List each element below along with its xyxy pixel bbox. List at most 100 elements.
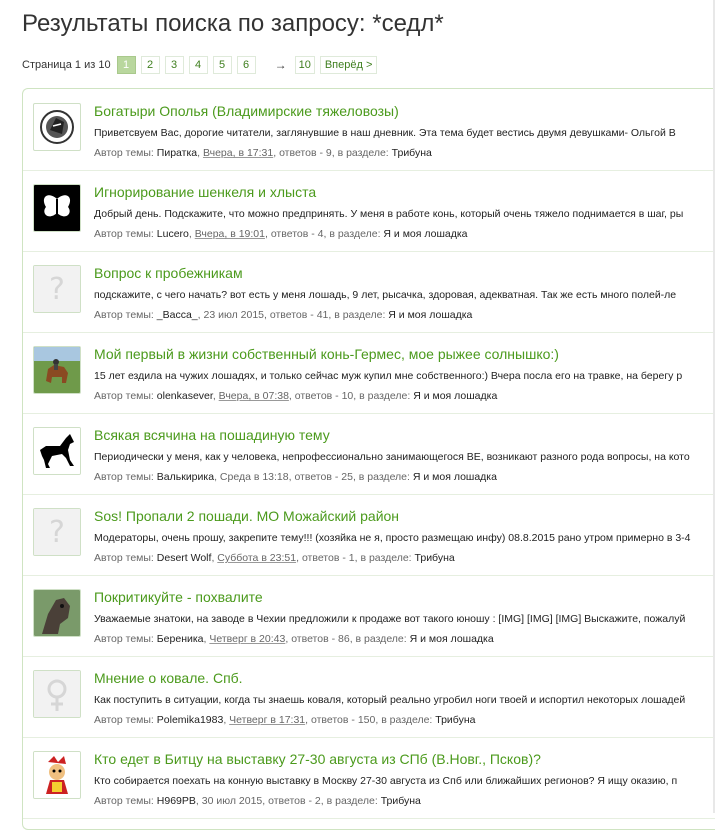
author-link[interactable]: H969PB (157, 795, 196, 807)
page-count-label: Страница 1 из 10 (22, 59, 111, 71)
section-label: в разделе: (358, 471, 410, 483)
author-label: Автор темы: (94, 633, 154, 645)
section-link[interactable]: Трибуна (415, 552, 455, 564)
question-mark-icon[interactable]: ? (33, 265, 81, 313)
topic-meta: Автор темы: Пиратка, Вчера, в 17:31, отв… (94, 147, 432, 159)
page-link-5[interactable]: 5 (212, 56, 232, 74)
replies-label: ответов - (294, 390, 339, 402)
topic-title-link[interactable]: Покритикуйте - похвалите (94, 589, 263, 605)
author-link[interactable]: Валькирика (157, 471, 214, 483)
topic-snippet: Кто собирается поехать на конную выставк… (94, 775, 678, 787)
replies-count: 150 (357, 714, 376, 726)
author-label: Автор темы: (94, 228, 154, 240)
topic-title-link[interactable]: Игнорирование шенкеля и хлыста (94, 184, 316, 200)
replies-label: ответов - (269, 309, 314, 321)
section-link[interactable]: Трибуна (392, 147, 432, 159)
replies-count: 2 (314, 795, 321, 807)
author-label: Автор темы: (94, 390, 154, 402)
list-item: ? Sos! Пропали 2 пошади. МО Можайский ра… (23, 494, 715, 576)
topic-snippet: Модераторы, очень прошу, закрепите тему!… (94, 532, 691, 544)
question-mark-icon[interactable]: ? (33, 508, 81, 556)
horse-logo-icon[interactable] (33, 103, 81, 151)
topic-meta: Автор темы: H969PB, 30 июл 2015, ответов… (94, 795, 421, 807)
section-label: в разделе: (355, 633, 407, 645)
topic-date: Четверг в 17:31 (229, 714, 306, 726)
author-link[interactable]: olenkasever (157, 390, 213, 402)
list-item: Всякая всячина на пошадиную тему Периоди… (23, 413, 715, 495)
topic-title-link[interactable]: Богатыри Ополья (Владимирские тяжеловозы… (94, 103, 399, 119)
section-link[interactable]: Я и моя лошадка (410, 633, 494, 645)
female-symbol-icon[interactable] (33, 670, 81, 718)
list-item: Мой первый в жизни собственный конь-Герм… (23, 332, 715, 414)
section-link[interactable]: Я и моя лошадка (383, 228, 467, 240)
topic-title-link[interactable]: Sos! Пропали 2 пошади. МО Можайский райо… (94, 508, 399, 524)
replies-count: 10 (341, 390, 354, 402)
pagination: Страница 1 из 10 1 2 3 4 5 6 → 10 Вперёд… (22, 56, 382, 74)
author-link[interactable]: Polemika1983 (157, 714, 224, 726)
list-item: ? Вопрос к пробежникам подскажите, с чег… (23, 251, 715, 333)
section-label: в разделе: (326, 795, 378, 807)
topic-date: 30 июл 2015 (201, 795, 263, 807)
replies-count: 1 (348, 552, 355, 564)
horse-silhouette-icon[interactable] (33, 427, 81, 475)
replies-label: ответов - (310, 714, 355, 726)
author-link[interactable]: Береника (157, 633, 204, 645)
topic-title-link[interactable]: Вопрос к пробежникам (94, 265, 243, 281)
author-label: Автор темы: (94, 552, 154, 564)
topic-meta: Автор темы: Desert Wolf, Суббота в 23:51… (94, 552, 455, 564)
list-item: Мнение о ковале. Спб. Как поступить в си… (23, 656, 715, 738)
topic-snippet: подскажите, с чего начать? вот есть у ме… (94, 289, 677, 301)
section-link[interactable]: Трибуна (435, 714, 475, 726)
list-item: Богатыри Ополья (Владимирские тяжеловозы… (23, 89, 715, 171)
topic-title-link[interactable]: Всякая всячина на пошадиную тему (94, 427, 330, 443)
horse-photo-icon[interactable] (33, 346, 81, 394)
author-link[interactable]: Пиратка (157, 147, 197, 159)
section-label: в разделе: (381, 714, 433, 726)
page-link-2[interactable]: 2 (140, 56, 160, 74)
topic-title-link[interactable]: Мой первый в жизни собственный конь-Герм… (94, 346, 559, 362)
page-title: Результаты поиска по запросу: *седл* (22, 10, 444, 37)
horse-head-photo-icon[interactable] (33, 589, 81, 637)
replies-label: ответов - (294, 471, 339, 483)
cartoon-character-icon[interactable] (33, 751, 81, 799)
section-link[interactable]: Я и моя лошадка (413, 390, 497, 402)
page-link-4[interactable]: 4 (188, 56, 208, 74)
author-label: Автор темы: (94, 147, 154, 159)
author-label: Автор темы: (94, 714, 154, 726)
replies-count: 86 (338, 633, 350, 645)
topic-date: Вчера, в 07:38 (218, 390, 289, 402)
topic-snippet: Добрый день. Подскажите, что можно предп… (94, 208, 684, 220)
author-link[interactable]: Lucero (157, 228, 189, 240)
topic-meta: Автор темы: Lucero, Вчера, в 19:01, отве… (94, 228, 468, 240)
search-results-list: Богатыри Ополья (Владимирские тяжеловозы… (22, 88, 715, 830)
topic-meta: Автор темы: Береника, Четверг в 20:43, о… (94, 633, 494, 645)
replies-count: 41 (316, 309, 329, 321)
topic-snippet: Приветсвуем Вас, дорогие читатели, загля… (94, 127, 676, 139)
list-item: Кто едет в Битцу на выставку 27-30 авгус… (23, 737, 715, 819)
list-item: Игнорирование шенкеля и хлыста Добрый де… (23, 170, 715, 252)
page-link-last[interactable]: 10 (294, 56, 315, 74)
author-link[interactable]: Desert Wolf (157, 552, 212, 564)
topic-snippet: Периодически у меня, как у человека, неп… (94, 451, 690, 463)
section-label: в разделе: (359, 390, 411, 402)
topic-snippet: Уважаемые знатоки, на заводе в Чехии пре… (94, 613, 686, 625)
section-label: в разделе: (360, 552, 412, 564)
author-link[interactable]: _Васса_ (157, 309, 198, 321)
section-link[interactable]: Трибуна (381, 795, 421, 807)
topic-meta: Автор темы: olenkasever, Вчера, в 07:38,… (94, 390, 498, 402)
arrow-right-icon: → (274, 58, 287, 72)
replies-label: ответов - (291, 633, 336, 645)
author-label: Автор темы: (94, 795, 154, 807)
topic-meta: Автор темы: _Васса_, 23 июл 2015, ответо… (94, 309, 473, 321)
topic-title-link[interactable]: Мнение о ковале. Спб. (94, 670, 243, 686)
page-link-1[interactable]: 1 (116, 56, 136, 74)
page-link-6[interactable]: 6 (236, 56, 256, 74)
page-link-3[interactable]: 3 (164, 56, 184, 74)
next-page-link[interactable]: Вперёд > (319, 56, 378, 74)
butterfly-icon[interactable] (33, 184, 81, 232)
topic-title-link[interactable]: Кто едет в Битцу на выставку 27-30 авгус… (94, 751, 541, 767)
section-link[interactable]: Я и моя лошадка (413, 471, 497, 483)
topic-date: Вчера, в 17:31 (202, 147, 274, 159)
section-link[interactable]: Я и моя лошадка (388, 309, 472, 321)
topic-date: Вчера, в 19:01 (194, 228, 265, 240)
